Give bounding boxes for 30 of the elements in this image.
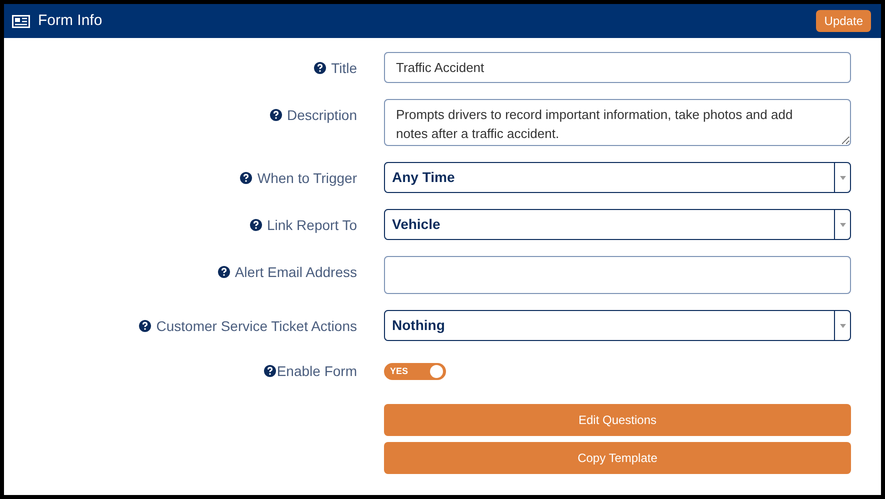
text-field[interactable]: Traffic Accident	[384, 52, 851, 83]
select-value: Any Time	[391, 168, 456, 187]
field-label: Description	[286, 106, 357, 125]
help-icon	[314, 62, 326, 74]
caret-icon	[840, 324, 846, 328]
select-field[interactable]: Any Time	[384, 162, 851, 193]
text-field[interactable]	[384, 256, 851, 294]
help-icon	[270, 109, 282, 121]
select-value: Nothing	[391, 316, 446, 335]
help-icon	[218, 266, 230, 278]
select-value: Vehicle	[391, 215, 442, 234]
help-icon	[139, 320, 152, 332]
description-field[interactable]: Prompts drivers to record important information, take photos and add notes after a traffic accident.	[384, 99, 851, 146]
toggle-text: YES	[389, 364, 408, 378]
help-icon	[264, 365, 276, 377]
toggle-knob	[430, 365, 443, 378]
field-label: Customer Service Ticket Actions	[156, 316, 357, 336]
field-label: Title	[331, 58, 357, 78]
panel-title: Form Info	[38, 10, 104, 31]
field-label: When to Trigger	[257, 168, 357, 188]
newspaper-icon	[12, 14, 30, 28]
help-icon	[240, 172, 252, 184]
field-label: Link Report To	[266, 216, 357, 235]
select-field[interactable]: Nothing	[384, 310, 851, 341]
field-label: Alert Email Address	[234, 262, 357, 282]
field-label: Enable Form	[276, 362, 357, 380]
caret-icon	[840, 222, 846, 226]
select-field[interactable]: Vehicle	[384, 209, 851, 240]
help-icon	[250, 219, 262, 231]
caret-icon	[840, 176, 846, 180]
